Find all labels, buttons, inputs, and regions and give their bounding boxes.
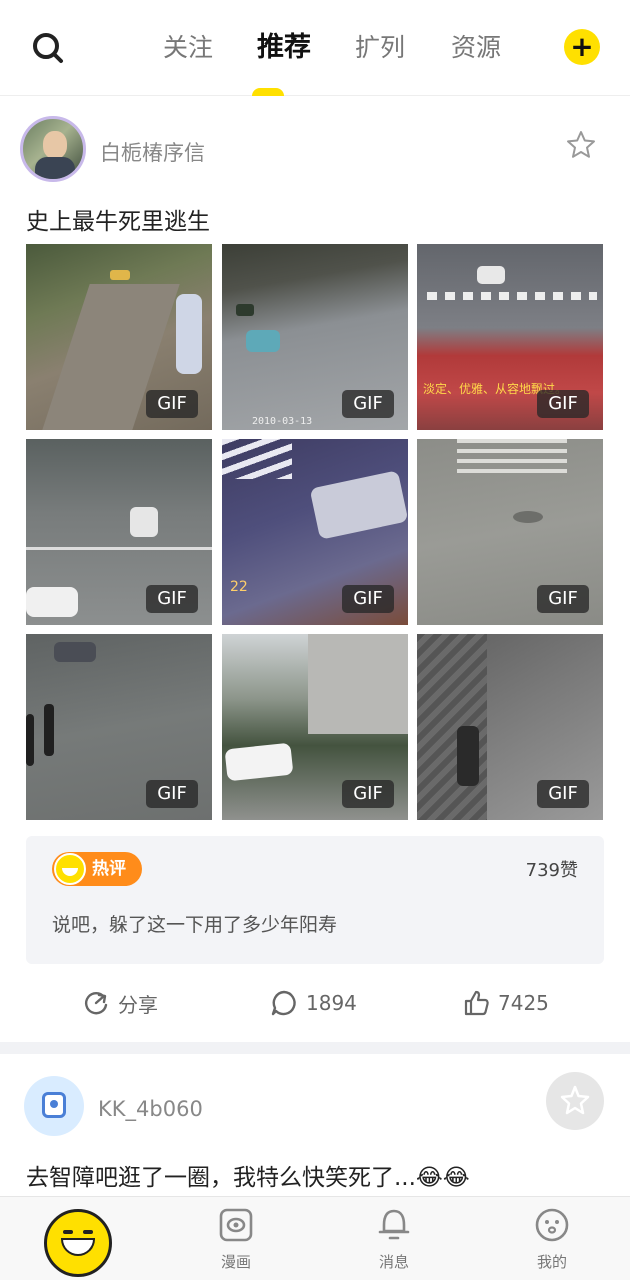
active-tab-indicator <box>252 88 284 96</box>
home-eye-left <box>63 1230 73 1234</box>
tab-follow[interactable]: 关注 <box>140 22 236 74</box>
share-icon <box>85 992 108 1015</box>
media-thumbnail[interactable]: GIF <box>26 439 212 625</box>
star-icon[interactable] <box>566 130 596 160</box>
search-icon[interactable] <box>28 28 68 68</box>
post-title: 史上最牛死里逃生 <box>26 209 210 235</box>
post-title: 去智障吧逛了一圈，我特么快笑死了...😂😂 <box>26 1165 470 1191</box>
nav-comic-label: 漫画 <box>220 1253 251 1271</box>
username[interactable]: KK_4b060 <box>98 1097 203 1121</box>
hot-comment-box[interactable]: 热评 739赞 说吧，躲了这一下用了多少年阳寿 <box>26 836 604 964</box>
media-thumbnail[interactable]: 淡定、优雅、从容地飘过。 GIF <box>417 244 603 430</box>
media-grid: GIF 2010-03-13 GIF 淡定、优雅、从容地飘过。 GIF GIF … <box>26 244 604 820</box>
avatar-dot <box>50 1100 58 1108</box>
like-count: 7425 <box>498 991 549 1015</box>
media-thumbnail[interactable]: 22 GIF <box>222 439 408 625</box>
profile-face-icon <box>535 1208 569 1242</box>
media-thumbnail[interactable]: GIF <box>26 244 212 430</box>
video-overlay-text: 22 <box>230 579 248 595</box>
home-button[interactable] <box>44 1209 112 1277</box>
video-timestamp: 2010-03-13 <box>252 416 313 427</box>
gif-badge: GIF <box>537 390 589 418</box>
media-thumbnail[interactable]: 2010-03-13 GIF <box>222 244 408 430</box>
gif-badge: GIF <box>537 780 589 808</box>
home-mouth <box>61 1238 95 1256</box>
home-eye-right <box>83 1230 93 1234</box>
avatar[interactable] <box>20 116 86 182</box>
nav-profile[interactable]: 我的 <box>512 1207 592 1272</box>
comic-icon <box>219 1208 253 1242</box>
add-post-button[interactable]: + <box>564 29 600 65</box>
post-actions: 分享 1894 7425 <box>0 980 630 1026</box>
hot-comment-likes: 739赞 <box>525 860 578 881</box>
tab-resources[interactable]: 资源 <box>428 22 524 74</box>
feed-tabs: 关注 推荐 扩列 资源 <box>140 22 524 74</box>
share-button[interactable]: 分享 <box>82 986 158 1020</box>
media-thumbnail[interactable]: GIF <box>417 439 603 625</box>
comment-button[interactable]: 1894 <box>270 986 357 1020</box>
post-card[interactable]: 白栀椿序信 史上最牛死里逃生 GIF 2010-03-13 GIF 淡定、优雅、… <box>0 96 630 1042</box>
gif-badge: GIF <box>146 390 198 418</box>
top-bar: 关注 推荐 扩列 资源 + <box>0 0 630 96</box>
media-thumbnail[interactable]: GIF <box>26 634 212 820</box>
nav-messages-label: 消息 <box>378 1253 409 1271</box>
like-button[interactable]: 7425 <box>462 986 549 1020</box>
gif-badge: GIF <box>146 585 198 613</box>
username[interactable]: 白栀椿序信 <box>100 137 205 167</box>
thumbs-up-icon <box>464 990 489 1016</box>
gif-badge: GIF <box>537 585 589 613</box>
hot-comment-badge: 热评 <box>52 852 142 886</box>
nav-messages[interactable]: 消息 <box>354 1207 434 1272</box>
emoji-face-icon <box>54 853 86 885</box>
post-card[interactable]: KK_4b060 去智障吧逛了一圈，我特么快笑死了...😂😂 <box>0 1054 630 1204</box>
avatar[interactable] <box>24 1076 84 1136</box>
avatar-body <box>35 157 75 179</box>
comment-icon <box>271 990 296 1016</box>
tab-recommend[interactable]: 推荐 <box>236 22 332 74</box>
comment-count: 1894 <box>306 991 357 1015</box>
nav-profile-label: 我的 <box>536 1253 567 1271</box>
share-label: 分享 <box>118 992 158 1017</box>
gif-badge: GIF <box>342 780 394 808</box>
media-thumbnail[interactable]: GIF <box>222 634 408 820</box>
nav-comic[interactable]: 漫画 <box>196 1207 276 1272</box>
hot-comment-label: 热评 <box>92 859 126 879</box>
follow-button[interactable] <box>546 1072 604 1130</box>
gif-badge: GIF <box>342 585 394 613</box>
bell-icon <box>378 1209 410 1240</box>
gif-badge: GIF <box>146 780 198 808</box>
media-thumbnail[interactable]: GIF <box>417 634 603 820</box>
hot-comment-text: 说吧，躲了这一下用了多少年阳寿 <box>52 914 338 936</box>
avatar-face <box>43 131 67 159</box>
bottom-navigation: 漫画 消息 我的 <box>0 1196 630 1280</box>
post-divider <box>0 1042 630 1054</box>
gif-badge: GIF <box>342 390 394 418</box>
tab-expand[interactable]: 扩列 <box>332 22 428 74</box>
